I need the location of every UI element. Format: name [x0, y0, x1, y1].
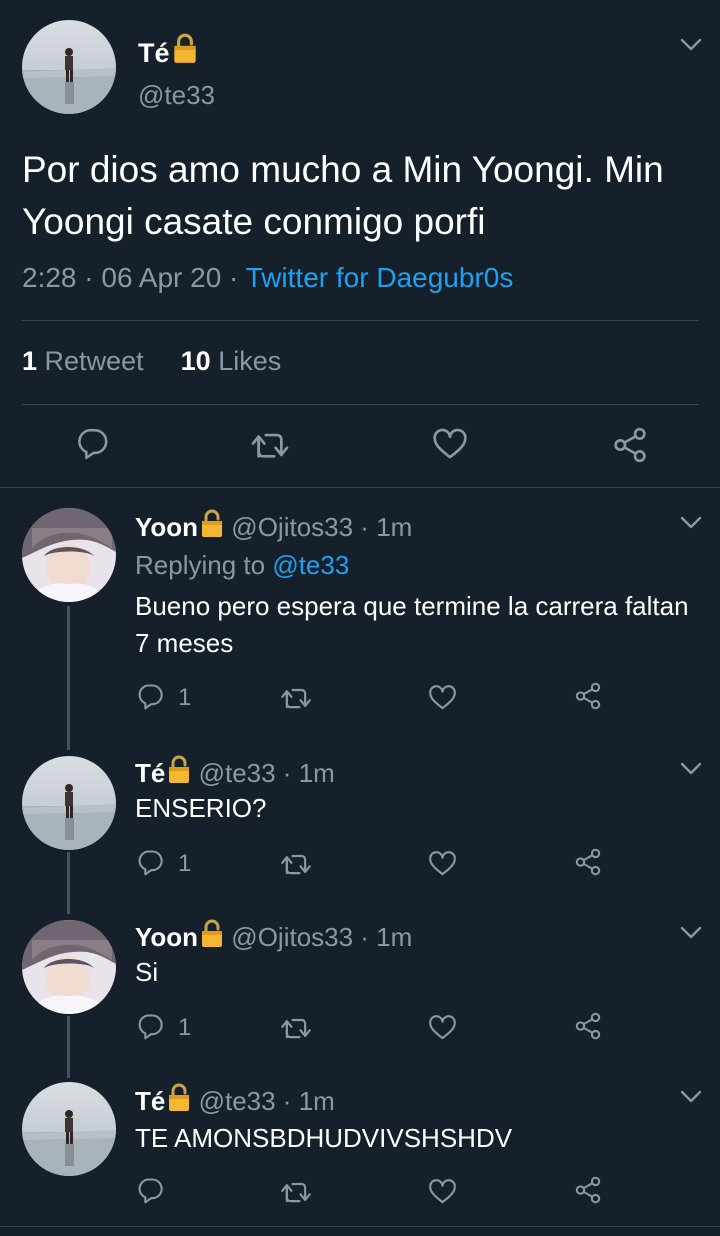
- chevron-down-icon[interactable]: [680, 762, 702, 776]
- chevron-down-icon[interactable]: [680, 926, 702, 940]
- retweet-icon[interactable]: [280, 684, 312, 712]
- reply-icon[interactable]: [136, 1176, 164, 1204]
- divider: [22, 320, 699, 321]
- reply-count: 1: [178, 850, 192, 877]
- share-icon[interactable]: [574, 1176, 602, 1204]
- avatar[interactable]: [22, 508, 116, 602]
- tweet-text: ENSERIO?: [135, 793, 267, 823]
- like-icon[interactable]: [432, 427, 468, 461]
- share-icon[interactable]: [612, 427, 648, 463]
- replying-to: Replying to @te33: [135, 550, 350, 580]
- share-icon[interactable]: [574, 682, 602, 710]
- lock-icon: [200, 508, 224, 538]
- share-icon[interactable]: [574, 1012, 602, 1040]
- main-tweet: Té @te33 Por dios amo mucho a Min Yoongi…: [0, 0, 720, 488]
- reply-icon[interactable]: [136, 682, 164, 710]
- reply-tweet[interactable]: Té @te33 · 1m ENSERIO? 1: [0, 740, 720, 904]
- author-name[interactable]: Té: [138, 32, 198, 69]
- reply-icon[interactable]: [75, 426, 109, 460]
- reply-count: 1: [178, 684, 192, 711]
- tweet-text: TE AMONSBDHUDVIVSHSHDV: [135, 1123, 513, 1153]
- tweet-text: Por dios amo mucho a Min Yoongi. Min Yoo…: [22, 149, 664, 242]
- retweet-icon[interactable]: [280, 1014, 312, 1042]
- lock-icon: [200, 918, 224, 948]
- avatar[interactable]: [22, 20, 116, 114]
- reply-tweet[interactable]: Yoon @Ojitos33 · 1m Replying to @te33 Bu…: [0, 490, 720, 740]
- retweet-icon[interactable]: [250, 428, 290, 462]
- reply-tweet[interactable]: Té @te33 · 1m TE AMONSBDHUDVIVSHSHDV: [0, 1068, 720, 1226]
- like-icon[interactable]: [428, 850, 457, 877]
- reply-tweet[interactable]: Yoon @Ojitos33 · 1m Si 1: [0, 904, 720, 1068]
- author-name[interactable]: Yoon @Ojitos33 · 1m: [135, 508, 412, 543]
- chevron-down-icon[interactable]: [680, 516, 702, 530]
- author-name[interactable]: Yoon @Ojitos33 · 1m: [135, 918, 412, 953]
- tweet-text: Bueno pero espera que termine la carrera…: [135, 591, 689, 658]
- tweet-time: 2:28: [22, 262, 77, 293]
- tweet-text: Si: [135, 957, 159, 987]
- likes-stat[interactable]: 10 Likes: [181, 346, 282, 376]
- author-handle[interactable]: @te33: [138, 80, 215, 111]
- like-icon[interactable]: [428, 1014, 457, 1041]
- tweet-date: 06 Apr 20: [101, 262, 222, 293]
- reply-icon[interactable]: [136, 1012, 164, 1040]
- chevron-down-icon[interactable]: [680, 38, 702, 52]
- share-icon[interactable]: [574, 848, 602, 876]
- reply-icon[interactable]: [136, 848, 164, 876]
- avatar[interactable]: [22, 756, 116, 850]
- tweet-meta: 2:28 · 06 Apr 20 · Twitter for Daegubr0s: [22, 262, 514, 293]
- chevron-down-icon[interactable]: [680, 1090, 702, 1104]
- divider: [22, 404, 699, 405]
- tweet-source-link[interactable]: Twitter for Daegubr0s: [246, 262, 514, 293]
- retweets-stat[interactable]: 1 Retweet: [22, 346, 144, 376]
- author-name[interactable]: Té @te33 · 1m: [135, 1082, 335, 1117]
- lock-icon: [167, 1082, 191, 1112]
- author-name[interactable]: Té @te33 · 1m: [135, 754, 335, 789]
- lock-icon: [172, 32, 198, 64]
- avatar[interactable]: [22, 1082, 116, 1176]
- replying-to-link[interactable]: @te33: [272, 550, 349, 580]
- divider: [0, 1226, 720, 1227]
- divider: [0, 487, 720, 488]
- avatar[interactable]: [22, 920, 116, 1014]
- retweet-icon[interactable]: [280, 850, 312, 878]
- tweet-stats: 1 Retweet 10 Likes: [22, 346, 281, 377]
- retweet-icon[interactable]: [280, 1178, 312, 1206]
- lock-icon: [167, 754, 191, 784]
- reply-count: 1: [178, 1014, 192, 1041]
- like-icon[interactable]: [428, 1178, 457, 1205]
- like-icon[interactable]: [428, 684, 457, 711]
